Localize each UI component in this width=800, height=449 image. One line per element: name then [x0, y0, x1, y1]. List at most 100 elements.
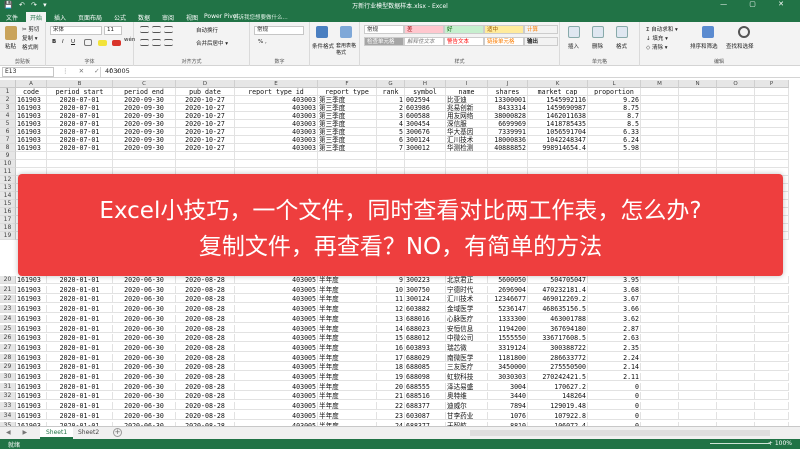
table-cell[interactable]	[755, 128, 789, 136]
tab-view[interactable]: 视图	[182, 12, 202, 22]
table-cell[interactable]: 2020-07-01	[47, 128, 113, 136]
italic-button[interactable]: I	[62, 39, 64, 45]
format-painter-button[interactable]: 格式刷	[22, 43, 39, 51]
table-cell[interactable]: 16	[377, 343, 405, 352]
table-cell[interactable]: 6699969	[488, 120, 528, 128]
table-cell[interactable]	[405, 160, 446, 168]
table-cell[interactable]: 第三季度	[318, 120, 377, 128]
row-header[interactable]: 17	[0, 216, 16, 224]
table-cell[interactable]	[755, 152, 789, 160]
table-cell[interactable]	[377, 152, 405, 160]
table-cell[interactable]: 北京君正	[446, 276, 488, 284]
table-cell[interactable]: 161903	[16, 411, 47, 420]
table-cell[interactable]: 2020-10-27	[176, 128, 235, 136]
header-cell[interactable]: name	[446, 88, 488, 96]
table-cell[interactable]	[679, 402, 717, 411]
table-cell[interactable]: 2020-09-30	[113, 144, 176, 152]
table-cell[interactable]: 2020-01-01	[47, 411, 113, 420]
table-cell[interactable]: 2.14	[588, 363, 641, 372]
table-cell[interactable]: 心脉医疗	[446, 314, 488, 323]
table-cell[interactable]: 半年度	[318, 392, 377, 401]
table-cell[interactable]: 2020-06-30	[113, 276, 176, 284]
table-cell[interactable]	[717, 96, 755, 104]
table-cell[interactable]: 468635156.5	[528, 305, 588, 314]
table-cell[interactable]: 2020-01-01	[47, 382, 113, 391]
table-cell[interactable]: 汇川技术	[446, 295, 488, 304]
table-cell[interactable]	[679, 136, 717, 144]
table-cell[interactable]	[717, 152, 755, 160]
style-warn[interactable]: 警告文本	[444, 37, 484, 46]
table-cell[interactable]: 5600050	[488, 276, 528, 284]
table-cell[interactable]	[755, 314, 789, 323]
table-cell[interactable]: 金域医学	[446, 305, 488, 314]
table-cell[interactable]	[113, 152, 176, 160]
column-header-n[interactable]: N	[679, 80, 717, 88]
table-cell[interactable]	[641, 120, 679, 128]
name-box[interactable]: E13	[2, 67, 54, 77]
table-cell[interactable]: 161903	[16, 305, 47, 314]
table-cell[interactable]	[717, 392, 755, 401]
table-cell[interactable]: 7339991	[488, 128, 528, 136]
format-cells-button[interactable]: 格式	[616, 42, 627, 50]
column-header-o[interactable]: O	[717, 80, 755, 88]
table-cell[interactable]: 603986	[405, 104, 446, 112]
table-cell[interactable]: 虹软科技	[446, 373, 488, 381]
table-cell[interactable]	[755, 144, 789, 152]
table-cell[interactable]: 1042248347	[528, 136, 588, 144]
clear-button[interactable]: ◇ 清除 ▾	[646, 43, 668, 51]
row-header[interactable]: 25	[0, 324, 16, 333]
table-cell[interactable]: 2020-08-28	[176, 363, 235, 372]
table-cell[interactable]: 688016	[405, 314, 446, 323]
table-cell[interactable]: 161903	[16, 295, 47, 304]
table-cell[interactable]	[641, 382, 679, 391]
table-cell[interactable]: 403003	[235, 144, 318, 152]
table-cell[interactable]: 403005	[235, 353, 318, 362]
header-cell[interactable]	[755, 88, 789, 96]
table-cell[interactable]	[641, 373, 679, 381]
table-cell[interactable]: 2020-09-30	[113, 112, 176, 120]
table-cell[interactable]	[755, 96, 789, 104]
table-cell[interactable]	[717, 136, 755, 144]
table-cell[interactable]: 3	[377, 112, 405, 120]
table-cell[interactable]	[679, 343, 717, 352]
format-cells-icon[interactable]	[616, 26, 628, 38]
number-format-select[interactable]: 常规	[254, 26, 304, 35]
table-cell[interactable]	[641, 402, 679, 411]
table-cell[interactable]	[717, 324, 755, 333]
table-cell[interactable]	[755, 411, 789, 420]
insert-cells-button[interactable]: 插入	[568, 42, 579, 50]
row-header[interactable]: 22	[0, 295, 16, 304]
table-cell[interactable]	[755, 295, 789, 304]
fill-color-icon[interactable]	[98, 40, 107, 46]
column-header-f[interactable]: F	[318, 80, 377, 88]
table-cell[interactable]: 403005	[235, 295, 318, 304]
table-cell[interactable]: 367694180	[528, 324, 588, 333]
table-cell[interactable]: 2020-01-01	[47, 314, 113, 323]
table-cell[interactable]: 161903	[16, 104, 47, 112]
row-header[interactable]: 32	[0, 392, 16, 401]
table-cell[interactable]: 半年度	[318, 334, 377, 343]
tab-formulas[interactable]: 公式	[110, 12, 130, 22]
table-cell[interactable]: 半年度	[318, 305, 377, 314]
table-cell[interactable]: 2020-08-28	[176, 276, 235, 284]
paste-icon[interactable]	[5, 26, 17, 40]
table-cell[interactable]	[755, 382, 789, 391]
table-cell[interactable]	[488, 152, 528, 160]
table-cell[interactable]: 170627.2	[528, 382, 588, 391]
row-header[interactable]: 23	[0, 305, 16, 314]
table-cell[interactable]: 第三季度	[318, 96, 377, 104]
autosum-button[interactable]: Σ 自动求和 ▾	[646, 25, 678, 33]
table-cell[interactable]: 3030303	[488, 373, 528, 381]
table-cell[interactable]: 2020-01-01	[47, 334, 113, 343]
table-cell[interactable]: 2020-07-01	[47, 136, 113, 144]
insert-cells-icon[interactable]	[568, 26, 580, 38]
table-cell[interactable]: 161903	[16, 392, 47, 401]
table-cell[interactable]	[717, 104, 755, 112]
row-header[interactable]: 21	[0, 285, 16, 294]
table-cell[interactable]: 2020-09-30	[113, 104, 176, 112]
table-cell[interactable]	[755, 334, 789, 343]
table-cell[interactable]: 161903	[16, 373, 47, 381]
table-cell[interactable]: 403005	[235, 373, 318, 381]
table-cell[interactable]: 5236147	[488, 305, 528, 314]
table-cell[interactable]: 12	[377, 305, 405, 314]
